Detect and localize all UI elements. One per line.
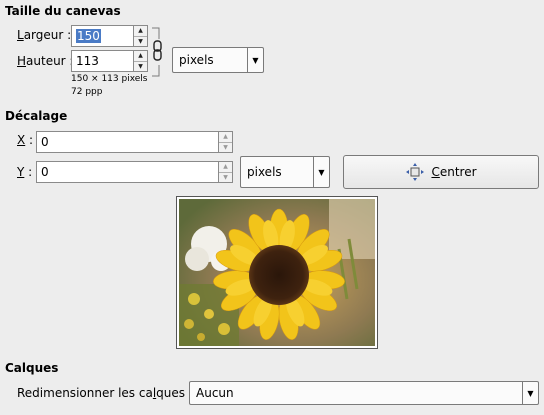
offset-title: Décalage (5, 109, 68, 123)
width-spinner[interactable]: ▲ ▼ (134, 25, 148, 47)
center-icon (406, 163, 425, 181)
canvas-unit-value: pixels (179, 53, 214, 67)
resize-layers-label-prefix: Redimensionner les ca (17, 386, 153, 400)
layers-title: Calques (5, 361, 59, 375)
width-label-text: argeur : (23, 28, 72, 42)
width-value: 150 (76, 29, 101, 43)
width-input[interactable]: 150 (71, 25, 134, 47)
offset-unit-dropdown[interactable]: pixels ▼ (240, 156, 330, 188)
spin-up-icon[interactable]: ▲ (219, 162, 232, 172)
center-button-label-rest: entrer (439, 165, 477, 179)
offset-x-input[interactable]: 0 (36, 131, 219, 153)
dropdown-arrow-icon: ▼ (313, 157, 329, 187)
x-label-mnemonic: X (17, 133, 26, 147)
y-label: Y : (17, 165, 32, 179)
dropdown-arrow-icon: ▼ (522, 382, 538, 404)
offset-y-input[interactable]: 0 (36, 161, 219, 183)
spin-down-icon[interactable]: ▼ (219, 143, 232, 153)
canvas-resolution-text: 72 ppp (71, 87, 103, 97)
spin-up-icon[interactable]: ▲ (219, 132, 232, 142)
canvas-preview[interactable] (176, 196, 378, 349)
offset-unit-value: pixels (247, 165, 282, 179)
spin-up-icon[interactable]: ▲ (134, 26, 147, 36)
height-spinner[interactable]: ▲ ▼ (134, 50, 148, 72)
canvas-size-title: Taille du canevas (5, 4, 121, 18)
sunflower-preview-image (179, 199, 375, 346)
dropdown-arrow-icon: ▼ (247, 48, 263, 72)
resize-layers-label-suffix: ques : (156, 386, 193, 400)
canvas-unit-dropdown[interactable]: pixels ▼ (172, 47, 264, 73)
center-button-label: Centrer (431, 165, 476, 179)
resize-layers-label: Redimensionner les calques : (17, 386, 193, 400)
resize-layers-dropdown[interactable]: Aucun ▼ (189, 381, 539, 405)
chain-link-icon (152, 27, 162, 77)
offset-x-value: 0 (41, 135, 49, 149)
width-label: Largeur : (17, 28, 71, 42)
spin-up-icon[interactable]: ▲ (134, 51, 147, 61)
spin-down-icon[interactable]: ▼ (134, 62, 147, 72)
center-button-mnemonic: C (431, 165, 440, 179)
offset-x-spinner[interactable]: ▲ ▼ (219, 131, 233, 153)
canvas-dimensions-text: 150 × 113 pixels (71, 74, 148, 84)
height-label: Hauteur : (17, 54, 73, 68)
height-value: 113 (76, 54, 99, 68)
x-label-colon: : (25, 133, 34, 147)
y-label-colon: : (24, 165, 33, 179)
height-label-text: auteur : (26, 54, 74, 68)
offset-y-spinner[interactable]: ▲ ▼ (219, 161, 233, 183)
x-label: X : (17, 133, 33, 147)
center-button[interactable]: Centrer (343, 155, 539, 189)
height-label-mnemonic: H (17, 54, 27, 68)
resize-layers-value: Aucun (196, 386, 234, 400)
width-label-mnemonic: L (17, 28, 24, 42)
spin-down-icon[interactable]: ▼ (219, 173, 232, 183)
spin-down-icon[interactable]: ▼ (134, 37, 147, 47)
offset-y-value: 0 (41, 165, 49, 179)
height-input[interactable]: 113 (71, 50, 134, 72)
chain-link-button[interactable] (150, 27, 164, 77)
